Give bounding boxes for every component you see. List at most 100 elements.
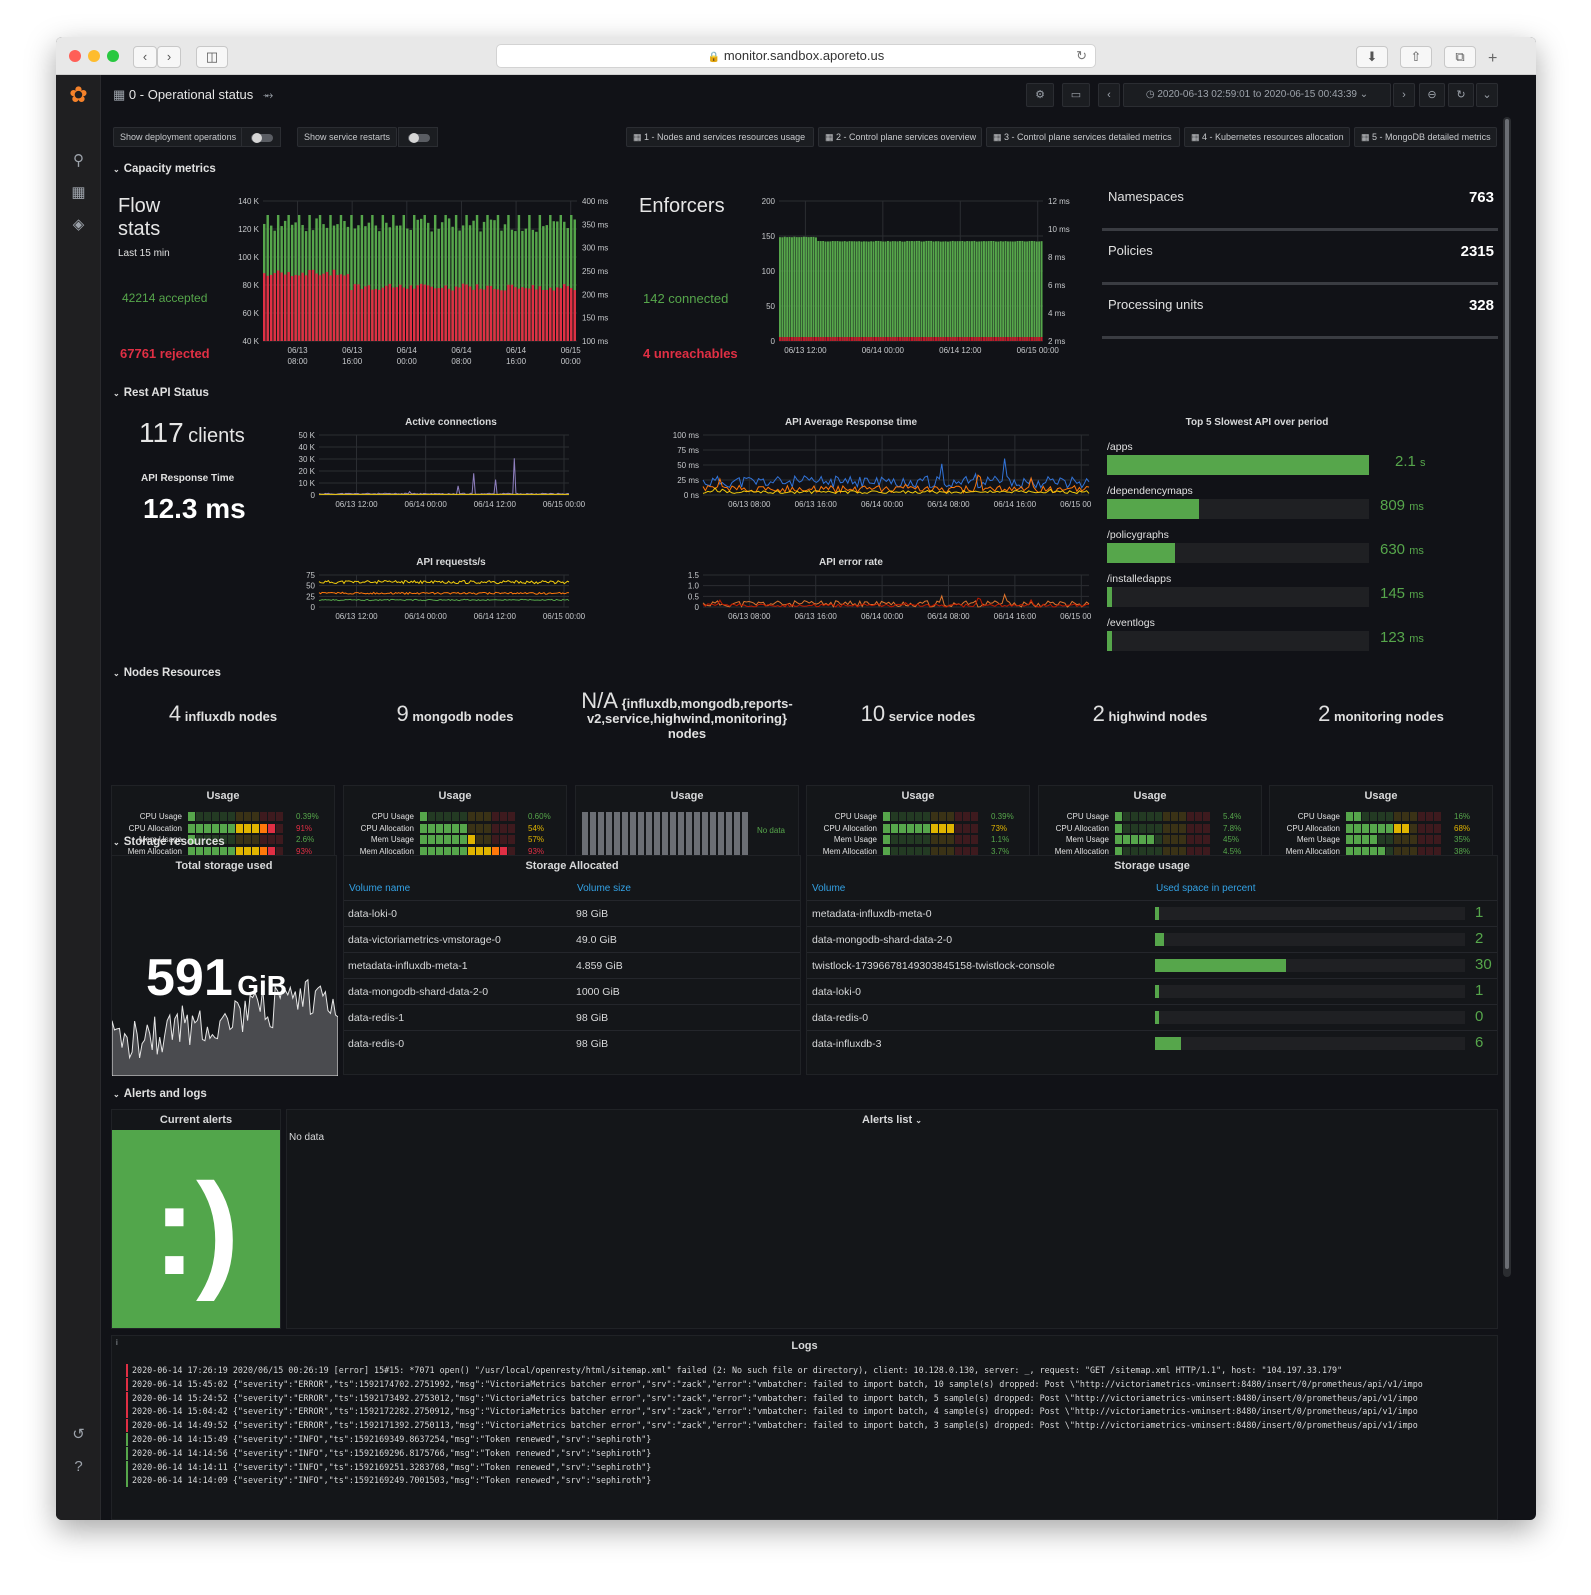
download-icon[interactable]: ⬇: [1356, 46, 1388, 68]
rejected-bar: [318, 275, 322, 341]
link-label: 2 - Control plane services overview: [836, 132, 977, 142]
unreachable-bar: [1019, 337, 1021, 341]
dashboard-link-4[interactable]: ▦ 4 - Kubernetes resources allocation: [1184, 127, 1350, 147]
row-nodes-resources[interactable]: ⌄ Nodes Resources: [113, 667, 225, 679]
connected-bar: [987, 241, 990, 341]
log-line[interactable]: 2020-06-14 14:14:11 {"severity":"INFO","…: [126, 1460, 651, 1474]
x-tick-label: 06/14: [451, 346, 472, 355]
scrollbar[interactable]: [1503, 117, 1511, 1277]
sidebar-toggle-icon[interactable]: ◫: [196, 46, 228, 68]
dashboard-link-2[interactable]: ▦ 2 - Control plane services overview: [818, 127, 982, 147]
rejected-bar: [570, 288, 573, 341]
log-line[interactable]: 2020-06-14 14:49:52 {"severity":"ERROR",…: [126, 1419, 1418, 1433]
log-line[interactable]: 2020-06-14 15:45:02 {"severity":"ERROR",…: [126, 1377, 1423, 1391]
search-icon[interactable]: ⚲: [69, 151, 88, 170]
forward-icon[interactable]: ›: [157, 46, 181, 68]
grafana-logo-icon[interactable]: ✿: [69, 84, 88, 106]
panel-title: Usage: [438, 790, 472, 802]
connected-bar: [824, 241, 827, 341]
x-tick-label: 06/13: [288, 346, 309, 355]
sign-out-icon[interactable]: ↺: [69, 1425, 88, 1444]
zoom-out-icon[interactable]: ⊖: [1419, 83, 1445, 107]
chevron-down-icon: ⌄: [1359, 89, 1369, 100]
rejected-bar: [276, 270, 280, 341]
unreachable-bar: [843, 337, 846, 341]
dashboard-link-3[interactable]: ▦ 3 - Control plane services detailed me…: [986, 127, 1180, 147]
stat-bar: [1102, 282, 1498, 285]
log-line[interactable]: 2020-06-14 15:04:42 {"severity":"ERROR",…: [126, 1405, 1418, 1419]
connected-bar: [1023, 241, 1026, 341]
connected-bar: [911, 241, 913, 341]
connected-bar: [1014, 241, 1017, 341]
unreachable-bar: [815, 337, 817, 341]
rejected-bar: [399, 284, 402, 341]
time-back-icon[interactable]: ‹: [1098, 83, 1120, 107]
back-icon[interactable]: ‹: [133, 46, 157, 68]
settings-gear-icon[interactable]: ⚙: [1026, 83, 1054, 107]
unreachable-bar: [831, 337, 834, 341]
column-header-volume-size[interactable]: Volume size: [577, 883, 631, 894]
x-tick-label: 06/15: [561, 346, 582, 355]
close-window-button[interactable]: [69, 50, 81, 62]
deployment-ops-toggle[interactable]: [241, 127, 281, 147]
explore-icon[interactable]: ◈: [69, 215, 88, 234]
column-header-volume[interactable]: Volume: [812, 883, 845, 894]
tabs-icon[interactable]: ⧉: [1444, 46, 1476, 68]
refresh-interval-chevron-icon[interactable]: ⌄: [1476, 83, 1498, 107]
row-alerts-and-logs[interactable]: ⌄ Alerts and logs: [113, 1088, 211, 1100]
log-line[interactable]: 2020-06-14 15:24:52 {"severity":"ERROR",…: [126, 1391, 1418, 1405]
unreachable-bar: [812, 337, 815, 341]
x-tick-label: 06/14 00:00: [405, 612, 448, 621]
log-line[interactable]: 2020-06-14 14:14:56 {"severity":"INFO","…: [126, 1446, 651, 1460]
api-error-rate-chart: 0 0.51.0 1.5 06/13 08:00 06/13 16:00 06/14 00…: [688, 571, 1091, 621]
rejected-bar: [385, 285, 388, 341]
time-range-picker[interactable]: ◷ 2020-06-13 02:59:01 to 2020-06-15 00:4…: [1123, 83, 1391, 107]
dashboard-grid-icon: ▦: [113, 87, 126, 102]
row-rest-api-status[interactable]: ⌄ Rest API Status: [113, 387, 213, 399]
connected-bar: [817, 240, 820, 341]
new-tab-icon[interactable]: +: [1488, 50, 1497, 68]
tv-mode-icon[interactable]: ▭: [1062, 83, 1090, 107]
column-header-used-space[interactable]: Used space in percent: [1156, 883, 1256, 894]
time-forward-icon[interactable]: ›: [1393, 83, 1415, 107]
row-capacity-metrics[interactable]: ⌄ Capacity metrics: [113, 163, 220, 175]
usage-value: 0.39%: [296, 812, 319, 821]
share-dashboard-icon[interactable]: ⥇: [263, 87, 273, 102]
stat-label: Processing units: [1108, 297, 1204, 312]
dashboard-title[interactable]: 0 - Operational status: [129, 87, 253, 102]
rejected-bar: [374, 289, 378, 341]
dashboards-icon[interactable]: ▦: [69, 183, 88, 202]
log-line[interactable]: 2020-06-14 17:26:19 2020/06/15 00:26:19 …: [126, 1364, 1342, 1377]
reload-icon[interactable]: ↻: [1076, 45, 1087, 67]
panel-title[interactable]: Alerts list ⌄: [287, 1114, 1497, 1126]
help-icon[interactable]: ?: [69, 1457, 88, 1476]
usage-gauge: [883, 812, 978, 821]
rejected-bar: [531, 285, 535, 341]
volume-size-cell: 49.0 GiB: [572, 926, 800, 953]
address-bar[interactable]: 🔒 monitor.sandbox.aporeto.us ↻: [496, 44, 1096, 68]
share-icon[interactable]: ⇧: [1400, 46, 1432, 68]
minimize-window-button[interactable]: [88, 50, 100, 62]
unreachable-bar: [863, 337, 865, 341]
column-header-volume-name[interactable]: Volume name: [349, 883, 410, 894]
x-tick-label: 06/13 12:00: [335, 612, 378, 621]
panel-title: Storage Allocated: [525, 860, 619, 872]
dashboard-link-5[interactable]: ▦ 5 - MongoDB detailed metrics: [1354, 127, 1497, 147]
usage-gauge: [420, 812, 515, 821]
connected-bar: [791, 237, 793, 341]
refresh-icon[interactable]: ↻: [1448, 83, 1474, 107]
log-line[interactable]: 2020-06-14 14:15:49 {"severity":"INFO","…: [126, 1433, 651, 1446]
rejected-bar: [266, 275, 269, 341]
connected-bar: [942, 241, 945, 341]
dashboard-link-1[interactable]: ▦ 1 - Nodes and services resources usage: [626, 127, 814, 147]
service-restarts-toggle[interactable]: [398, 127, 438, 147]
zoom-window-button[interactable]: [107, 50, 119, 62]
unreachable-bar: [836, 337, 839, 341]
rejected-bar: [371, 289, 374, 341]
row-storage-resources[interactable]: ⌄ Storage resources: [113, 836, 229, 848]
log-line[interactable]: 2020-06-14 14:14:09 {"severity":"INFO","…: [126, 1474, 651, 1488]
usage-gauge: [1346, 812, 1441, 821]
unreachable-bar: [975, 337, 978, 341]
y2-tick-label: 100 ms: [582, 337, 608, 346]
rejected-bar: [482, 289, 486, 341]
